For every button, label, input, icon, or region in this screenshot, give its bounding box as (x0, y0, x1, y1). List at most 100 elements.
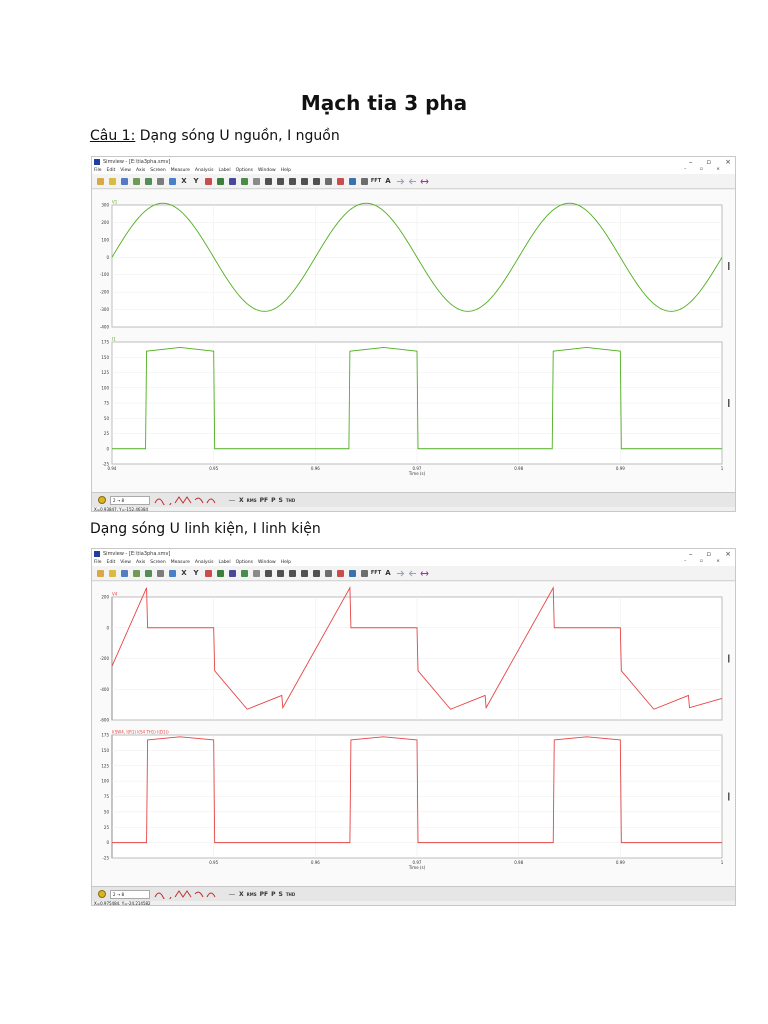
zoom-box-icon[interactable] (299, 568, 309, 578)
menu-label[interactable]: Label (218, 560, 230, 565)
save-icon[interactable] (107, 176, 117, 186)
save-icon[interactable] (107, 568, 117, 578)
variable-combo[interactable]: 2 → 8 (110, 889, 150, 899)
label-button[interactable]: A (383, 568, 393, 578)
menu-label[interactable]: Label (218, 168, 230, 173)
print-icon[interactable] (119, 176, 129, 186)
layout-icon[interactable] (227, 568, 237, 578)
y-axis-button[interactable]: Y (191, 176, 201, 186)
menu-axis[interactable]: Axis (136, 168, 145, 173)
menu-edit[interactable]: Edit (107, 168, 116, 173)
mdi-controls[interactable]: – ▫ × (684, 167, 726, 172)
x-axis-button[interactable]: X (179, 176, 189, 186)
rms-button[interactable]: RMS (247, 498, 257, 503)
rms-button[interactable]: RMS (247, 892, 257, 897)
color-icon[interactable] (239, 568, 249, 578)
arrow-right-icon[interactable] (395, 176, 405, 186)
menu-file[interactable]: File (94, 168, 102, 173)
marker-icon[interactable] (335, 568, 345, 578)
waveform-plots[interactable]: V13002001000-100-200-300-400I11751501251… (92, 190, 735, 492)
color-icon[interactable] (239, 176, 249, 186)
text-icon[interactable] (347, 568, 357, 578)
menu-options[interactable]: Options (236, 168, 253, 173)
fft-button[interactable]: FFT (371, 176, 381, 186)
menu-analysis[interactable]: Analysis (195, 560, 214, 565)
menu-help[interactable]: Help (281, 168, 291, 173)
grid-icon[interactable] (215, 176, 225, 186)
x-measure-button[interactable]: X (239, 891, 244, 898)
p-button[interactable]: P (271, 891, 275, 898)
measure-icon[interactable] (155, 176, 165, 186)
scroll-handle[interactable] (728, 654, 730, 663)
double-arrow-icon[interactable] (419, 568, 429, 578)
cursor-icon[interactable] (203, 568, 213, 578)
zoom-out-icon[interactable] (275, 568, 285, 578)
zoom-in-icon[interactable] (263, 568, 273, 578)
close-button[interactable]: × (725, 550, 731, 558)
print-icon[interactable] (119, 568, 129, 578)
maximize-button[interactable]: ▫ (706, 158, 711, 166)
cursor-icon[interactable] (203, 176, 213, 186)
menu-help[interactable]: Help (281, 560, 291, 565)
settings-icon[interactable] (131, 176, 141, 186)
menu-measure[interactable]: Measure (171, 168, 190, 173)
maximize-button[interactable]: ▫ (706, 550, 711, 558)
zoom-out-icon[interactable] (275, 176, 285, 186)
hand-icon[interactable] (323, 176, 333, 186)
plot-area[interactable]: V4 200 0 -200 -400 -600 I(SW4, I(R1) I(S4 TH1)… (92, 582, 735, 886)
undo-icon[interactable] (251, 568, 261, 578)
settings-icon[interactable] (131, 568, 141, 578)
select-icon[interactable] (167, 176, 177, 186)
open-folder-icon[interactable] (95, 568, 105, 578)
variable-combo[interactable]: 2 → 8 (110, 495, 150, 505)
menu-options[interactable]: Options (236, 560, 253, 565)
fit-icon[interactable] (359, 568, 369, 578)
zoom-fit-icon[interactable] (287, 176, 297, 186)
arrow-left-icon[interactable] (407, 176, 417, 186)
window-titlebar[interactable]: Simview - [E:\tia3pha.smv] – ▫ × (92, 549, 735, 559)
scroll-handle[interactable] (728, 262, 730, 270)
s-button[interactable]: S (279, 891, 283, 898)
chart-icon[interactable] (143, 176, 153, 186)
pf-button[interactable]: PF (260, 497, 269, 504)
waveform-tools-icon[interactable] (153, 889, 223, 899)
menu-window[interactable]: Window (258, 168, 276, 173)
pf-button[interactable]: PF (260, 891, 269, 898)
arrow-left-icon[interactable] (407, 568, 417, 578)
thd-button[interactable]: THD (286, 498, 295, 503)
undo-icon[interactable] (251, 176, 261, 186)
close-button[interactable]: × (725, 158, 731, 166)
double-arrow-icon[interactable] (419, 176, 429, 186)
zoom-fit-icon[interactable] (287, 568, 297, 578)
layout-icon[interactable] (227, 176, 237, 186)
pan-icon[interactable] (311, 176, 321, 186)
thd-button[interactable]: THD (286, 892, 295, 897)
waveform-tools-icon[interactable] (153, 495, 223, 505)
prev-icon[interactable] (226, 495, 236, 505)
zoom-box-icon[interactable] (299, 176, 309, 186)
zoom-in-icon[interactable] (263, 176, 273, 186)
menu-window[interactable]: Window (258, 560, 276, 565)
chart-icon[interactable] (143, 568, 153, 578)
label-button[interactable]: A (383, 176, 393, 186)
scroll-handle[interactable] (728, 792, 730, 801)
select-icon[interactable] (167, 568, 177, 578)
minimize-button[interactable]: – (689, 550, 693, 558)
plot-area[interactable]: V1 300 200 100 0 -100 -200 -300 -400 I1 175 150 125 1… (92, 190, 735, 492)
menu-axis[interactable]: Axis (136, 560, 145, 565)
menu-file[interactable]: File (94, 560, 102, 565)
mdi-controls[interactable]: – ▫ × (684, 559, 726, 564)
text-icon[interactable] (347, 176, 357, 186)
arrow-right-icon[interactable] (395, 568, 405, 578)
x-axis-button[interactable]: X (179, 568, 189, 578)
y-axis-button[interactable]: Y (191, 568, 201, 578)
gear-icon[interactable] (97, 495, 107, 505)
s-button[interactable]: S (279, 497, 283, 504)
grid-icon[interactable] (215, 568, 225, 578)
menu-view[interactable]: View (120, 168, 131, 173)
pan-icon[interactable] (311, 568, 321, 578)
menu-screen[interactable]: Screen (150, 168, 165, 173)
fit-icon[interactable] (359, 176, 369, 186)
hand-icon[interactable] (323, 568, 333, 578)
p-button[interactable]: P (271, 497, 275, 504)
